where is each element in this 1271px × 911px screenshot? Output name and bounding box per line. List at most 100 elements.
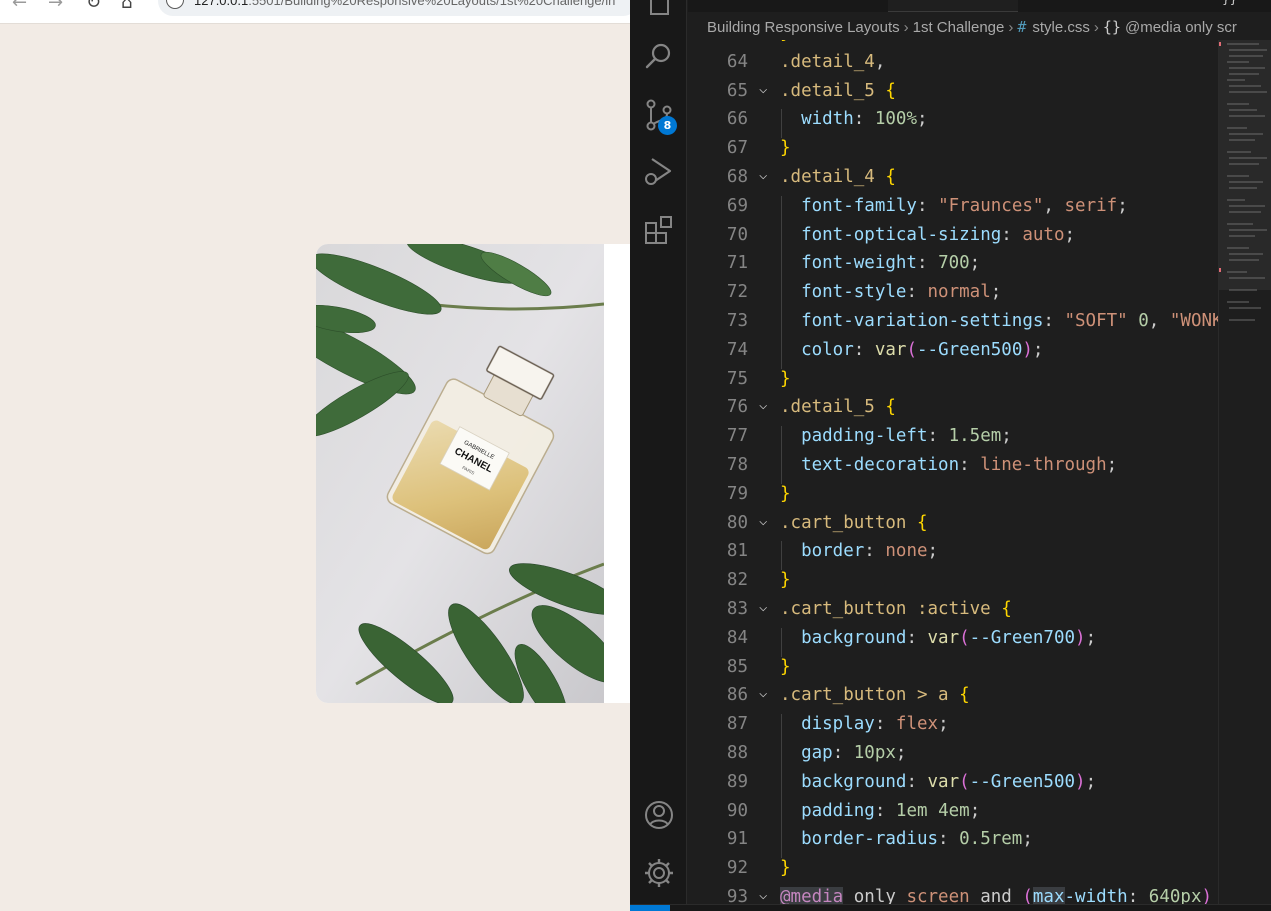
account-icon[interactable] xyxy=(642,798,676,832)
code-line[interactable]: 86 ⌵ .cart_button > a { xyxy=(688,685,1218,714)
breadcrumb-subfolder[interactable]: 1st Challenge xyxy=(913,19,1005,36)
fold-chevron-icon[interactable]: ⌵ xyxy=(759,81,773,97)
code-text: text-decoration: line-through; xyxy=(780,455,1117,475)
code-line[interactable]: 83 ⌵ .cart_button :active { xyxy=(688,599,1218,628)
code-line[interactable]: 74 color: var(--Green500); xyxy=(688,339,1218,369)
breadcrumb-symbol[interactable]: @media only scr xyxy=(1125,19,1237,36)
code-line[interactable]: 68 ⌵ .detail_4 { xyxy=(688,167,1218,196)
activity-bar: 8 xyxy=(630,0,687,904)
reload-icon[interactable]: ↻ xyxy=(86,0,101,15)
home-icon[interactable]: ⌂ xyxy=(121,0,132,15)
code-token: max xyxy=(1032,886,1065,904)
code-line[interactable]: 72 font-style: normal; xyxy=(688,282,1218,311)
address-bar-url[interactable]: 127.0.0.1:5501/Building%20Responsive%20L… xyxy=(194,0,615,8)
remote-indicator[interactable] xyxy=(630,905,670,911)
code-line[interactable]: 84 background: var(--Green700); xyxy=(688,627,1218,657)
code-line[interactable]: 91 border-radius: 0.5rem; xyxy=(688,829,1218,859)
code-token: : xyxy=(1127,886,1149,904)
code-text: font-family: "Fraunces", serif; xyxy=(780,196,1128,216)
css-file-icon: # xyxy=(1017,18,1027,36)
code-token: "SOFT" xyxy=(1064,310,1128,331)
tab-style-css[interactable] xyxy=(888,0,1018,12)
code-token: border xyxy=(801,541,865,562)
code-text: } xyxy=(780,138,791,158)
code-token: ) xyxy=(1075,771,1086,792)
code-token: background xyxy=(801,771,907,792)
code-token: .detail_4 xyxy=(780,51,875,72)
code-line[interactable]: 87 display: flex; xyxy=(688,714,1218,743)
code-token: padding xyxy=(801,800,875,821)
breadcrumb-file[interactable]: style.css xyxy=(1032,19,1090,36)
code-line[interactable]: 78 text-decoration: line-through; xyxy=(688,454,1218,484)
status-bar xyxy=(630,904,1271,911)
code-line[interactable]: 76 ⌵ .detail_5 { xyxy=(688,397,1218,426)
code-token: var xyxy=(874,339,907,360)
code-token: : xyxy=(853,339,875,360)
code-token: 10px xyxy=(853,742,896,763)
fold-chevron-icon[interactable]: ⌵ xyxy=(759,599,773,615)
code-line[interactable]: 90 padding: 1em 4em; xyxy=(688,800,1218,830)
code-line[interactable]: 65 ⌵ .detail_5 { xyxy=(688,81,1218,110)
breadcrumb-folder[interactable]: Building Responsive Layouts xyxy=(707,19,900,36)
code-token: ; xyxy=(927,541,939,562)
code-editor[interactable]: 63}64.detail_4,65⌵.detail_5 {66 width: 1… xyxy=(688,40,1218,904)
code-line[interactable]: 69 font-family: "Fraunces", serif; xyxy=(688,195,1218,225)
explorer-icon[interactable] xyxy=(642,0,676,20)
code-line[interactable]: 82} xyxy=(688,570,1218,599)
code-token: } xyxy=(780,570,791,591)
line-number: 84 xyxy=(726,627,748,648)
code-line[interactable]: 75} xyxy=(688,369,1218,398)
code-line[interactable]: 71 font-weight: 700; xyxy=(688,253,1218,283)
run-debug-icon[interactable] xyxy=(642,155,676,189)
code-token: : xyxy=(959,454,981,475)
code-line[interactable]: 88 gap: 10px; xyxy=(688,742,1218,772)
code-line[interactable]: 85} xyxy=(688,657,1218,686)
code-line[interactable]: 64 .detail_4, xyxy=(688,52,1218,81)
code-line[interactable]: 63} xyxy=(688,40,1218,52)
code-line[interactable]: 70 font-optical-sizing: auto; xyxy=(688,224,1218,254)
fold-chevron-icon[interactable]: ⌵ xyxy=(759,887,773,903)
code-token: ; xyxy=(1085,627,1097,648)
search-icon[interactable] xyxy=(642,40,676,74)
code-token: 640px xyxy=(1148,886,1202,904)
fold-chevron-icon[interactable]: ⌵ xyxy=(759,167,773,183)
code-line[interactable]: 89 background: var(--Green500); xyxy=(688,771,1218,801)
code-token: : xyxy=(906,627,928,648)
line-number: 68 xyxy=(726,166,748,187)
code-line[interactable]: 73 font-variation-settings: "SOFT" 0, "W… xyxy=(688,310,1218,340)
code-text: @media only screen and (max-width: 640px… xyxy=(780,886,1212,904)
code-token: color xyxy=(801,339,854,360)
code-token: ; xyxy=(1085,771,1097,792)
code-line[interactable]: 81 border: none; xyxy=(688,541,1218,571)
code-line[interactable]: 93 ⌵ @media only screen and (max-width: 64… xyxy=(688,886,1218,904)
code-token: : xyxy=(832,742,854,763)
fold-chevron-icon[interactable]: ⌵ xyxy=(759,685,773,701)
extensions-icon[interactable] xyxy=(642,213,676,247)
fold-chevron-icon[interactable]: ⌵ xyxy=(759,397,773,413)
line-number: 64 xyxy=(726,51,748,72)
line-number: 79 xyxy=(726,483,748,504)
code-line[interactable]: 66 width: 100%; xyxy=(688,109,1218,139)
fold-chevron-icon[interactable]: ⌵ xyxy=(759,513,773,529)
tab-fragment[interactable]: }} xyxy=(1222,0,1237,6)
code-line[interactable]: 92} xyxy=(688,858,1218,887)
settings-gear-icon[interactable] xyxy=(642,856,676,890)
line-number: 83 xyxy=(726,598,748,619)
code-text: } xyxy=(780,40,791,43)
code-token: .cart_button :active xyxy=(780,598,991,619)
code-text: gap: 10px; xyxy=(780,743,906,763)
code-token: ; xyxy=(938,714,949,735)
code-token: : xyxy=(874,714,896,735)
code-token: @media xyxy=(780,886,844,904)
code-line[interactable]: 67} xyxy=(688,138,1218,167)
minimap[interactable] xyxy=(1218,40,1271,904)
forward-arrow-icon[interactable]: → xyxy=(48,0,63,15)
code-token: ; xyxy=(1001,426,1012,447)
code-line[interactable]: 80 ⌵ .cart_button { xyxy=(688,513,1218,542)
code-line[interactable]: 77 padding-left: 1.5em; xyxy=(688,426,1218,455)
code-token: none xyxy=(885,541,928,562)
back-arrow-icon[interactable]: ← xyxy=(12,0,27,15)
code-line[interactable]: 79} xyxy=(688,484,1218,513)
